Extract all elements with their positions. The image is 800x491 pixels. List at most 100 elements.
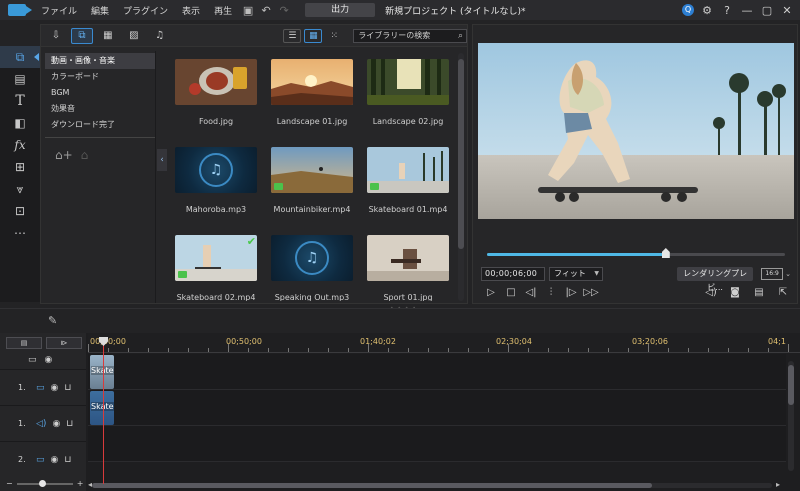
visibility-icon[interactable]: ◉: [52, 419, 60, 429]
library-item[interactable]: ♫ Mahoroba.mp3: [175, 147, 257, 214]
zoom-slider[interactable]: [16, 479, 73, 487]
zoom-fit-select[interactable]: フィット: [549, 267, 603, 281]
visibility-icon[interactable]: ◉: [45, 355, 53, 365]
template-room-icon[interactable]: ▤: [0, 68, 40, 90]
redo-icon[interactable]: ↷: [275, 4, 293, 17]
chevron-down-icon[interactable]: ⌄: [785, 270, 791, 278]
more-icon[interactable]: ⋯: [0, 222, 40, 244]
aspect-ratio-select[interactable]: 16:9: [761, 268, 784, 280]
category-downloaded[interactable]: ダウンロード完了: [45, 117, 155, 133]
timecode-field[interactable]: 00;00;06;00: [481, 267, 545, 281]
timeline-vertical-scrollbar[interactable]: [788, 361, 794, 471]
collapse-categories-icon[interactable]: ‹: [157, 149, 167, 171]
library-item[interactable]: Landscape 02.jpg: [367, 59, 449, 126]
timeline-horizontal-scrollbar[interactable]: [92, 483, 772, 488]
video-track-2[interactable]: [88, 426, 786, 462]
lock-icon[interactable]: ⊔: [64, 383, 71, 393]
library-item[interactable]: Sport 01.jpg: [367, 235, 449, 301]
title-room-icon[interactable]: T: [0, 90, 40, 112]
library-item[interactable]: Landscape 01.jpg: [271, 59, 353, 126]
subtitle-toggle-icon[interactable]: ▤: [749, 287, 769, 298]
timeline-view-button[interactable]: ▤: [6, 337, 42, 349]
undo-icon[interactable]: ↶: [257, 4, 275, 17]
video-track-1[interactable]: Skate: [88, 354, 786, 390]
ruler-tick: [208, 348, 209, 352]
menu-playback[interactable]: 再生: [207, 4, 239, 17]
lock-icon[interactable]: ⊔: [66, 419, 73, 429]
settings-gear-icon[interactable]: ⚙: [700, 4, 714, 17]
category-divider: [45, 137, 155, 138]
food-thumbnail: [175, 59, 257, 105]
lock-icon[interactable]: ⊔: [64, 455, 71, 465]
render-preview-button[interactable]: レンダリングプレビ...: [677, 267, 754, 292]
category-bgm[interactable]: BGM: [45, 85, 155, 101]
volume-icon[interactable]: ◁): [701, 287, 721, 298]
remove-tag-icon[interactable]: ⌂: [81, 148, 89, 162]
zoom-in-icon[interactable]: +: [77, 479, 84, 488]
previous-frame-icon[interactable]: ◁|: [521, 287, 541, 298]
scrollbar-thumb[interactable]: [788, 365, 794, 405]
library-scrollbar[interactable]: [458, 53, 464, 301]
visibility-icon[interactable]: ◉: [51, 383, 59, 393]
help-icon[interactable]: ?: [720, 4, 734, 17]
transition-room-icon[interactable]: ◧: [0, 112, 40, 134]
timeline-ruler[interactable]: 00;00;00 00;50;00 01;40;02 02;30;04 03;2…: [88, 333, 800, 353]
seek-handle[interactable]: [661, 248, 670, 258]
zoom-out-icon[interactable]: −: [6, 479, 13, 488]
library-item[interactable]: Skateboard 01.mp4: [367, 147, 449, 214]
stop-icon[interactable]: □: [501, 287, 521, 298]
category-media[interactable]: 動画・画像・音楽: [45, 53, 155, 69]
filter-all-icon[interactable]: ⧉: [70, 27, 93, 44]
category-color-boards[interactable]: カラーボード: [45, 69, 155, 85]
minimize-icon[interactable]: —: [740, 4, 754, 17]
timeline-clip[interactable]: Skate: [90, 355, 114, 389]
import-icon[interactable]: ⇩: [45, 28, 67, 44]
scroll-right-icon[interactable]: ▸: [776, 480, 780, 489]
ruler-tick: [308, 348, 309, 352]
preview-seek-bar[interactable]: [487, 248, 785, 258]
media-room-icon[interactable]: ⧉: [0, 46, 40, 68]
menu-edit[interactable]: 編集: [84, 4, 116, 17]
maximize-icon[interactable]: ▢: [760, 4, 774, 17]
scrollbar-thumb[interactable]: [92, 483, 652, 488]
visibility-icon[interactable]: ◉: [51, 455, 59, 465]
menu-plugins[interactable]: プラグイン: [116, 4, 175, 17]
pip-room-icon[interactable]: ⊞: [0, 156, 40, 178]
output-button[interactable]: 出力: [305, 3, 376, 17]
filter-video-icon[interactable]: ▦: [97, 28, 119, 44]
list-view-icon[interactable]: ☰: [283, 28, 302, 43]
particle-room-icon[interactable]: ⩔: [0, 178, 40, 200]
account-badge[interactable]: Q: [682, 4, 694, 16]
zoom-handle[interactable]: [38, 479, 46, 487]
scrollbar-thumb[interactable]: [458, 59, 464, 249]
effect-room-icon[interactable]: fx: [0, 134, 40, 156]
library-item[interactable]: ♫ Speaking Out.mp3: [271, 235, 353, 301]
play-icon[interactable]: ▷: [481, 287, 501, 298]
filter-audio-icon[interactable]: ♫: [149, 28, 171, 44]
split-icon[interactable]: ⫶: [541, 287, 561, 298]
subtitle-room-icon[interactable]: ⊡: [0, 200, 40, 222]
fast-forward-icon[interactable]: ▷▷: [581, 287, 601, 298]
edit-tool-icon[interactable]: ✎: [48, 314, 57, 327]
grid-view-icon[interactable]: ▦: [304, 28, 323, 43]
audio-track-1[interactable]: Skate: [88, 390, 786, 426]
save-icon[interactable]: ▣: [239, 4, 257, 17]
next-frame-icon[interactable]: |▷: [561, 287, 581, 298]
timeline-clip[interactable]: Skate: [90, 391, 114, 425]
undock-preview-icon[interactable]: ⇱: [773, 287, 793, 298]
menu-view[interactable]: 表示: [175, 4, 207, 17]
filter-image-icon[interactable]: ▨: [123, 28, 145, 44]
sort-icon[interactable]: ⁙: [325, 29, 343, 43]
category-sound-clips[interactable]: 効果音: [45, 101, 155, 117]
add-tag-icon[interactable]: ⌂+: [55, 148, 73, 162]
storyboard-view-button[interactable]: ⧐: [46, 337, 82, 349]
library-item[interactable]: Food.jpg: [175, 59, 257, 126]
menu-file[interactable]: ファイル: [34, 4, 84, 17]
search-icon[interactable]: ⌕: [458, 30, 463, 42]
snapshot-icon[interactable]: ◙: [725, 287, 745, 298]
library-item[interactable]: Mountainbiker.mp4: [271, 147, 353, 214]
library-search-input[interactable]: ライブラリーの検索 ⌕: [353, 28, 467, 43]
library-item[interactable]: ✔ Skateboard 02.mp4: [175, 235, 257, 301]
close-icon[interactable]: ✕: [780, 4, 794, 17]
monitor-icon[interactable]: ▭: [28, 355, 37, 365]
